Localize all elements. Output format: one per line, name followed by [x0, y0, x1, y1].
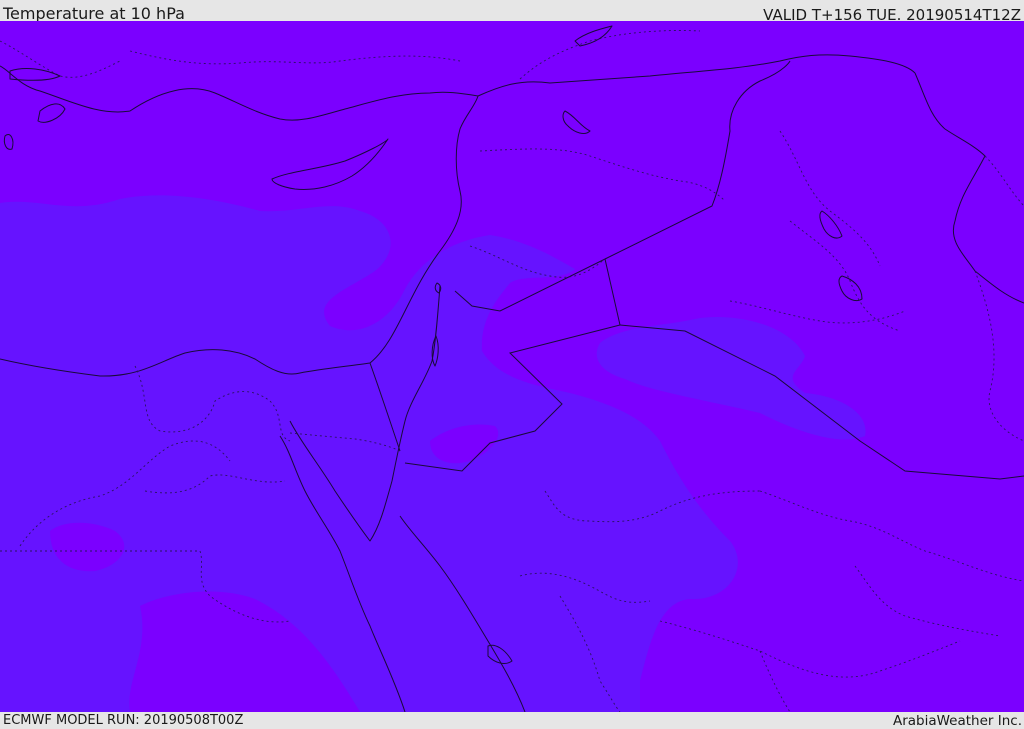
credit-label: ArabiaWeather Inc.: [892, 713, 1022, 729]
map-page: Temperature at 10 hPa VALID T+156 TUE. 2…: [0, 0, 1024, 729]
model-run-label: ECMWF MODEL RUN: 20190508T00Z: [3, 713, 244, 728]
temperature-map[interactable]: [0, 21, 1024, 712]
footer-bar: ECMWF MODEL RUN: 20190508T00Z ArabiaWeat…: [0, 712, 1024, 729]
header-bar: Temperature at 10 hPa VALID T+156 TUE. 2…: [0, 0, 1024, 24]
